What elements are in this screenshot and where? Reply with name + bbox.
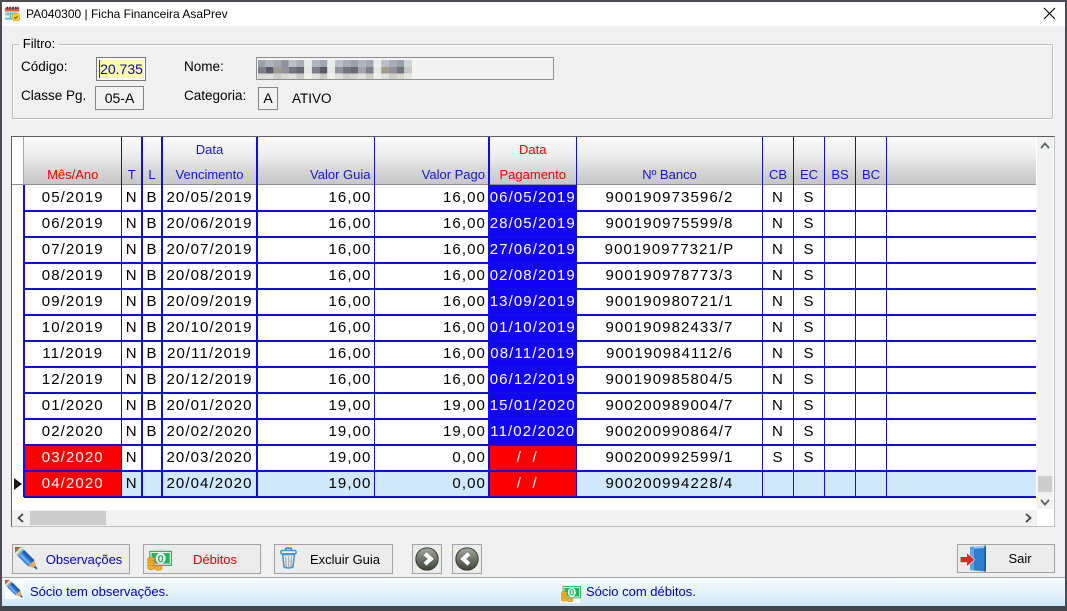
svg-text:0: 0 [158, 553, 164, 565]
svg-text:0: 0 [569, 587, 574, 597]
